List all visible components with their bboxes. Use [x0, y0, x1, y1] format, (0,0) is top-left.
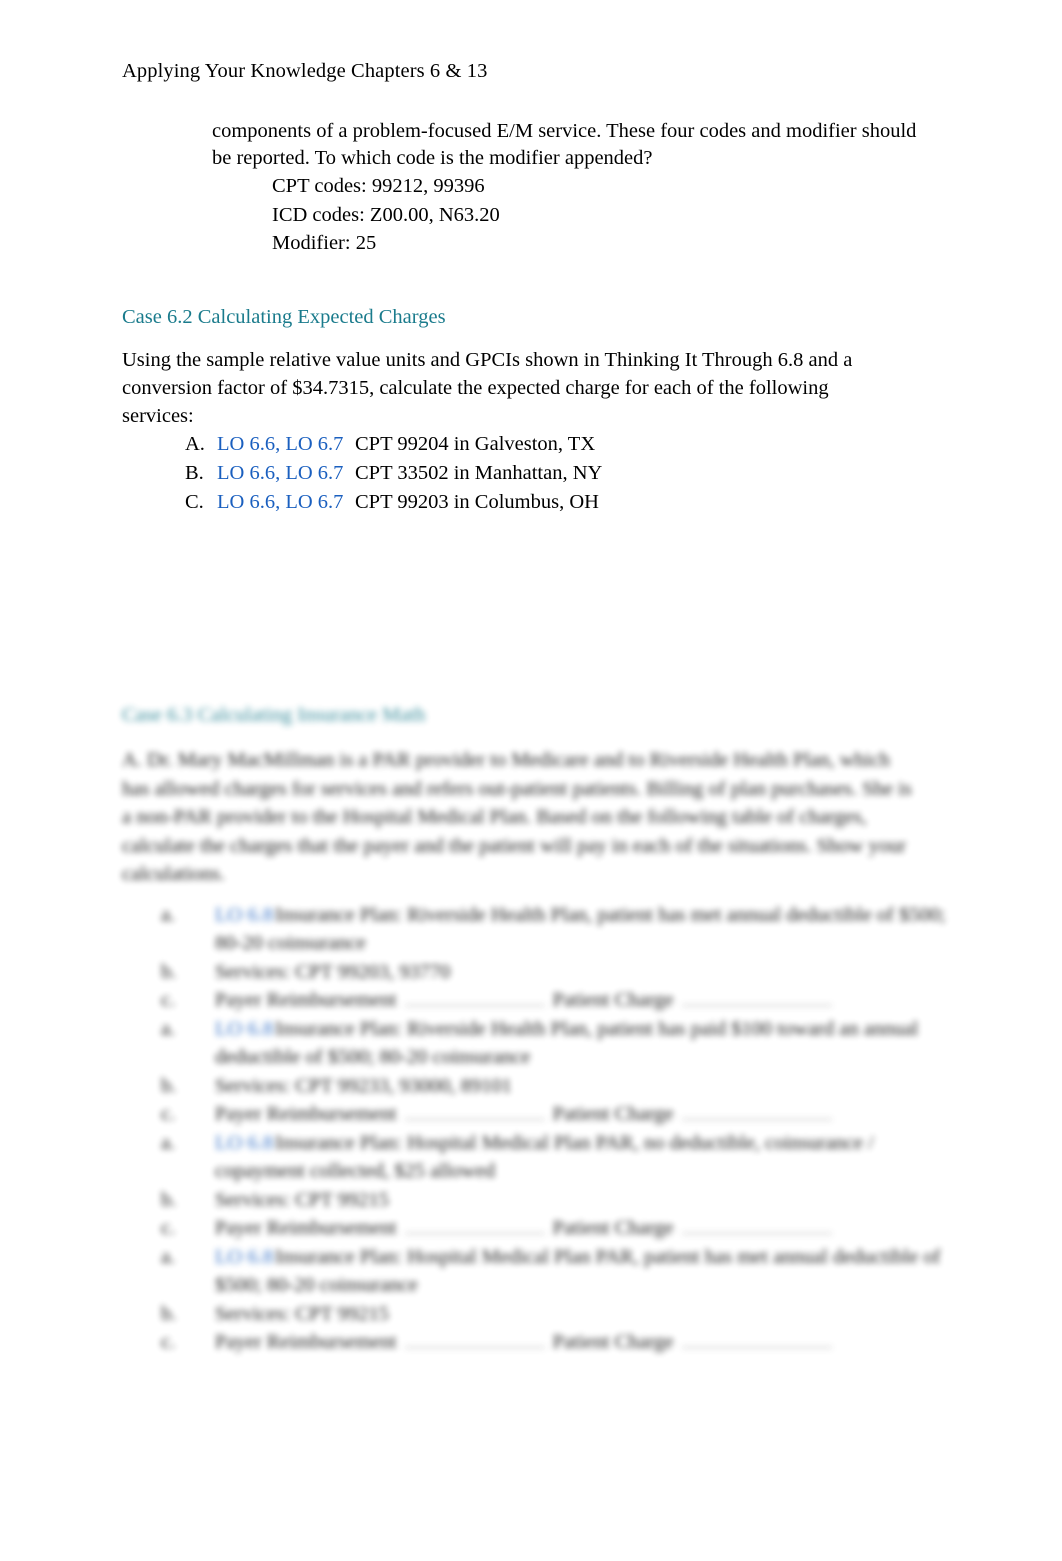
case-6-2-item-list: A. LO 6.6, LO 6.7 CPT 99204 in Galveston, … [0, 430, 1062, 517]
continued-paragraph: components of a problem-focused E/M serv… [212, 120, 917, 169]
list-marker: b. [161, 1302, 177, 1325]
list-marker: c. [161, 1331, 176, 1353]
group-result-row: c. Payer Reimbursement Patient Charge [161, 1100, 957, 1129]
patient-charge-blank[interactable] [681, 1005, 832, 1006]
group-result-row: c. Payer Reimbursement Patient Charge [161, 1328, 957, 1357]
payer-reimbursement-blank[interactable] [404, 1233, 545, 1234]
question-group: a. LO 6.8Insurance Plan: Riverside Health… [161, 901, 957, 1015]
list-marker: C. [185, 490, 204, 513]
list-marker: c. [161, 1217, 176, 1239]
list-item: B. LO 6.6, LO 6.7 CPT 33502 in Manhattan, … [185, 459, 1062, 488]
case-6-2-heading: Case 6.2 Calculating Expected Charges [122, 305, 446, 328]
list-item: A. LO 6.6, LO 6.7 CPT 99204 in Galveston, … [185, 430, 1062, 459]
list-marker: a. [161, 1131, 176, 1154]
group-result-row: c. Payer Reimbursement Patient Charge [161, 986, 957, 1015]
group-plan-row: a. LO 6.8Insurance Plan: Riverside Health… [161, 901, 957, 958]
upper-content-region: components of a problem-focused E/M serv… [0, 118, 1062, 517]
answer-code-list: CPT codes: 99212, 99396 ICD codes: Z00.0… [0, 172, 1062, 258]
answer-line-cpt: CPT codes: 99212, 99396 [272, 175, 485, 197]
lo-tag: LO 6.6, LO 6.7 [217, 461, 344, 484]
group-service-text: Services: CPT 99203, 93770 [215, 960, 451, 983]
patient-charge-label: Patient Charge [552, 1103, 674, 1125]
group-plan-row: a. LO 6.8Insurance Plan: Hospital Medical… [161, 1129, 957, 1186]
document-page: Applying Your Knowledge Chapters 6 & 13 … [0, 0, 1062, 1561]
group-service-row: b. Services: CPT 99233, 93000, 89101 [161, 1072, 957, 1101]
payer-reimbursement-label: Payer Reimbursement [215, 1217, 397, 1239]
blurred-content-region: Case 6.3 Calculating Insurance Math A. D… [0, 700, 1062, 1357]
group-result-row: c. Payer Reimbursement Patient Charge [161, 1214, 957, 1243]
group-service-text: Services: CPT 99215 [215, 1188, 389, 1211]
patient-charge-blank[interactable] [681, 1233, 832, 1234]
list-marker: b. [161, 1188, 177, 1211]
group-plan-text: Insurance Plan: Hospital Medical Plan PA… [215, 1245, 941, 1297]
payer-reimbursement-label: Payer Reimbursement [215, 1103, 397, 1125]
document-header: Applying Your Knowledge Chapters 6 & 13 [122, 60, 488, 82]
list-marker: a. [161, 1017, 176, 1040]
patient-charge-label: Patient Charge [552, 989, 674, 1011]
patient-charge-blank[interactable] [681, 1119, 832, 1120]
lo-tag: LO 6.8 [215, 1245, 274, 1268]
list-item-text: CPT 99203 in Columbus, OH [355, 490, 599, 513]
list-marker: B. [185, 461, 204, 484]
list-marker: a. [161, 1245, 176, 1268]
list-item-text: CPT 99204 in Galveston, TX [355, 432, 596, 455]
lo-tag: LO 6.8 [215, 1131, 274, 1154]
lo-tag: LO 6.6, LO 6.7 [217, 432, 344, 455]
group-plan-row: a. LO 6.8Insurance Plan: Riverside Health… [161, 1015, 957, 1072]
case-6-2-instructions: Using the sample relative value units an… [122, 348, 853, 427]
lo-tag: LO 6.6, LO 6.7 [217, 490, 344, 513]
answer-line-modifier: Modifier: 25 [272, 232, 377, 254]
list-marker: c. [161, 989, 176, 1011]
list-marker: b. [161, 1074, 177, 1097]
question-group: a. LO 6.8Insurance Plan: Hospital Medical… [161, 1129, 957, 1243]
lo-tag: LO 6.8 [215, 903, 274, 926]
answer-line-icd: ICD codes: Z00.00, N63.20 [272, 203, 500, 226]
group-service-text: Services: CPT 99215 [215, 1302, 389, 1325]
group-service-row: b. Services: CPT 99215 [161, 1300, 957, 1329]
case-6-3-heading: Case 6.3 Calculating Insurance Math [122, 704, 426, 726]
payer-reimbursement-blank[interactable] [404, 1347, 545, 1348]
list-marker: b. [161, 960, 177, 983]
question-group: a. LO 6.8Insurance Plan: Hospital Medical… [161, 1243, 957, 1357]
payer-reimbursement-blank[interactable] [404, 1119, 545, 1120]
group-service-text: Services: CPT 99233, 93000, 89101 [215, 1074, 512, 1097]
group-plan-row: a. LO 6.8Insurance Plan: Hospital Medical… [161, 1243, 957, 1300]
list-item-text: CPT 33502 in Manhattan, NY [355, 461, 603, 484]
group-service-row: b. Services: CPT 99203, 93770 [161, 958, 957, 987]
payer-reimbursement-label: Payer Reimbursement [215, 989, 397, 1011]
group-plan-text: Insurance Plan: Hospital Medical Plan PA… [215, 1131, 874, 1183]
patient-charge-label: Patient Charge [552, 1217, 674, 1239]
group-plan-text: Insurance Plan: Riverside Health Plan, p… [215, 1017, 919, 1069]
lo-tag: LO 6.8 [215, 1017, 274, 1040]
list-marker: c. [161, 1103, 176, 1125]
case-6-3-instructions: A. Dr. Mary MacMillman is a PAR provider… [122, 749, 912, 885]
list-marker: A. [185, 432, 205, 455]
group-service-row: b. Services: CPT 99215 [161, 1186, 957, 1215]
list-marker: a. [161, 903, 176, 926]
payer-reimbursement-blank[interactable] [404, 1005, 545, 1006]
patient-charge-blank[interactable] [681, 1347, 832, 1348]
case-6-3-group-list: a. LO 6.8Insurance Plan: Riverside Health… [0, 901, 1062, 1357]
payer-reimbursement-label: Payer Reimbursement [215, 1331, 397, 1353]
patient-charge-label: Patient Charge [552, 1331, 674, 1353]
question-group: a. LO 6.8Insurance Plan: Riverside Health… [161, 1015, 957, 1129]
list-item: C. LO 6.6, LO 6.7 CPT 99203 in Columbus, O… [185, 488, 1062, 517]
group-plan-text: Insurance Plan: Riverside Health Plan, p… [215, 903, 946, 955]
